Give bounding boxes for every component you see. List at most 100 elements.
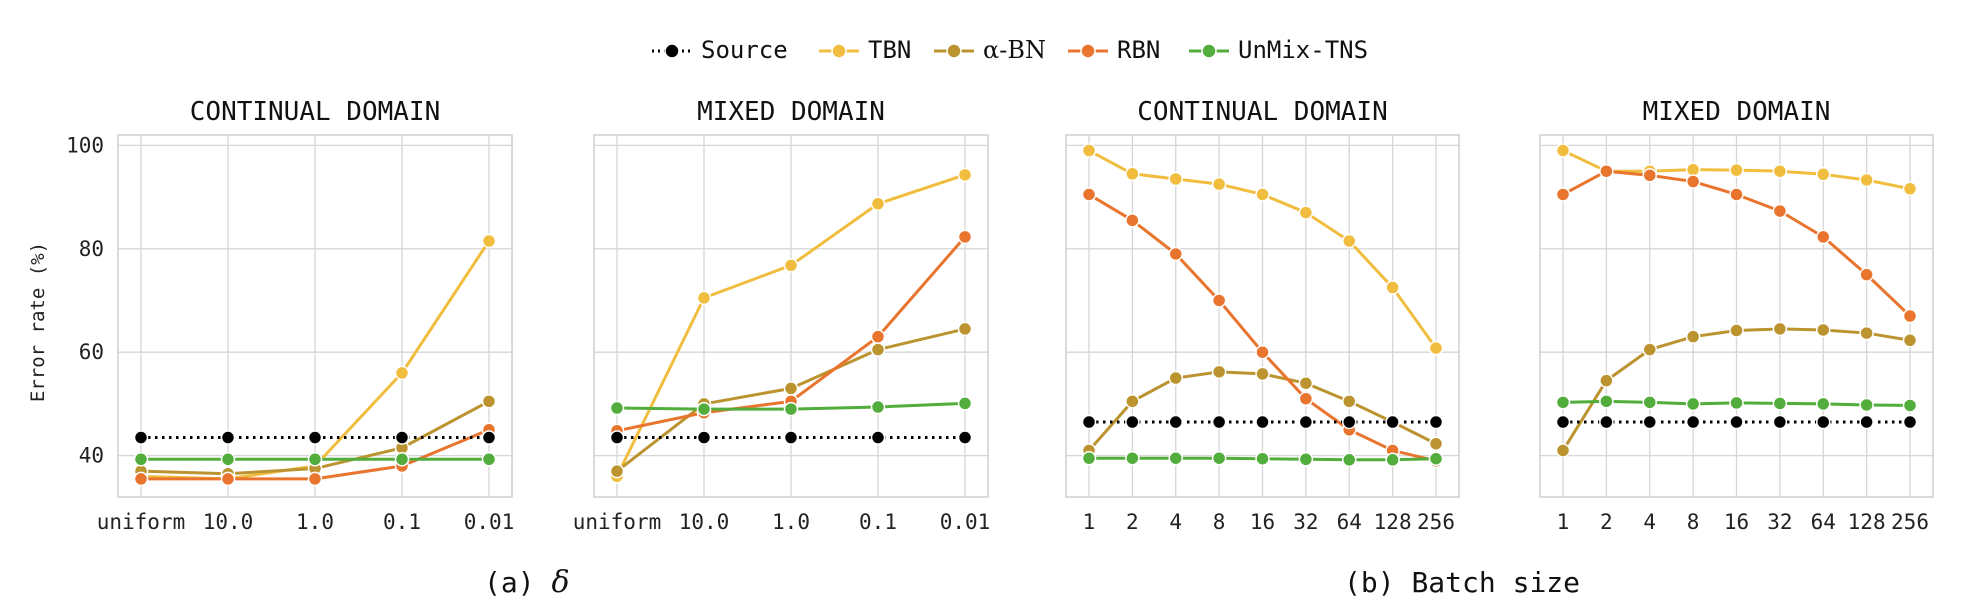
group-caption-1: (a) δ xyxy=(484,565,570,600)
data-point xyxy=(1168,414,1183,430)
data-point xyxy=(1599,394,1614,409)
data-point xyxy=(1555,443,1571,458)
data-point xyxy=(307,430,323,445)
x-tick-label: 0.1 xyxy=(859,510,897,534)
data-point xyxy=(1298,451,1314,467)
data-point xyxy=(1255,366,1270,382)
data-point xyxy=(1168,171,1183,187)
data-point xyxy=(1125,213,1140,228)
chart-panels: CONTINUAL DOMAIN 40 60 80 100 uniform 10.0 1.0 0… xyxy=(66,97,1934,534)
data-point xyxy=(957,167,973,183)
data-point xyxy=(957,430,973,445)
legend-label: RBN xyxy=(1117,36,1160,64)
series-unmix-tns xyxy=(133,451,497,467)
data-point xyxy=(1081,143,1097,158)
data-point xyxy=(1772,163,1788,179)
data-point xyxy=(1255,451,1270,466)
data-point xyxy=(1599,373,1614,388)
y-tick-label: 100 xyxy=(66,133,104,157)
data-point xyxy=(1385,280,1400,295)
data-point xyxy=(1125,394,1140,409)
data-point xyxy=(1642,395,1657,410)
data-point xyxy=(1125,450,1140,466)
data-point xyxy=(1685,396,1701,412)
x-tick-label: 0.01 xyxy=(940,510,991,534)
data-point xyxy=(1772,203,1788,219)
data-point xyxy=(1255,344,1270,360)
legend-label: TBN xyxy=(868,36,911,64)
data-point xyxy=(1772,396,1788,411)
data-point xyxy=(1211,293,1227,308)
legend-label: UnMix-TNS xyxy=(1238,36,1368,64)
data-point xyxy=(870,329,886,344)
legend-label: Source xyxy=(701,36,788,64)
data-point xyxy=(957,321,973,337)
data-point xyxy=(1298,414,1314,430)
data-point xyxy=(1642,342,1657,357)
data-point xyxy=(609,430,625,445)
data-point xyxy=(1555,414,1571,430)
data-point xyxy=(1902,181,1918,197)
panel-title: CONTINUAL DOMAIN xyxy=(1137,97,1387,127)
series-source xyxy=(1555,414,1918,430)
x-tick-label: 256 xyxy=(1891,510,1929,534)
data-point xyxy=(1298,375,1314,391)
legend-item-unmix-tns: UnMix-TNS xyxy=(1189,36,1368,64)
data-point xyxy=(1298,205,1314,220)
data-point xyxy=(609,400,625,416)
y-tick-label: 40 xyxy=(79,444,104,468)
chart-panel-3: CONTINUAL DOMAIN 1 2 4 8 16 32 64 128 256 xyxy=(1065,97,1460,534)
data-point xyxy=(1816,322,1831,338)
data-point xyxy=(1342,233,1357,249)
x-tick-label: 0.1 xyxy=(383,510,421,534)
series-unmix-tns xyxy=(1081,450,1444,468)
data-point xyxy=(957,396,973,411)
data-point xyxy=(481,233,497,249)
data-point xyxy=(1125,414,1140,430)
data-point xyxy=(870,342,886,357)
data-point xyxy=(1859,325,1874,341)
data-point xyxy=(1428,414,1444,430)
data-point xyxy=(1772,414,1788,430)
data-point xyxy=(1729,414,1744,430)
data-point xyxy=(1816,229,1831,245)
legend-item--bn: α-BN xyxy=(934,36,1046,64)
y-tick-label: 80 xyxy=(79,237,104,261)
data-point xyxy=(1599,163,1614,179)
data-point xyxy=(1685,162,1701,177)
chart-panel-1: CONTINUAL DOMAIN 40 60 80 100 uniform 10.0 1.0 0… xyxy=(66,97,514,534)
data-point xyxy=(481,430,497,445)
x-tick-label: 256 xyxy=(1417,510,1455,534)
data-point xyxy=(1125,166,1140,182)
data-point xyxy=(1729,395,1744,411)
data-point xyxy=(1081,187,1097,202)
legend-marker xyxy=(664,43,680,59)
data-point xyxy=(133,471,149,487)
group-caption-2: (b) Batch size xyxy=(1344,566,1580,599)
x-tick-label: 8 xyxy=(1687,510,1700,534)
x-tick-label: 128 xyxy=(1374,510,1412,534)
data-point xyxy=(1211,364,1227,380)
x-tick-label: 8 xyxy=(1213,510,1226,534)
x-tick-label: 128 xyxy=(1848,510,1886,534)
data-point xyxy=(783,401,799,417)
data-point xyxy=(1685,329,1701,344)
data-point xyxy=(1211,450,1227,466)
data-point xyxy=(1859,267,1874,282)
data-point xyxy=(133,451,149,467)
data-point xyxy=(1255,414,1270,430)
data-point xyxy=(1816,396,1831,412)
data-point xyxy=(220,451,236,467)
data-point xyxy=(1168,246,1183,262)
legend-item-source: Source xyxy=(652,36,788,64)
x-tick-label: 10.0 xyxy=(679,510,730,534)
data-point xyxy=(133,430,149,445)
data-point xyxy=(783,381,799,396)
x-tick-label: 64 xyxy=(1337,510,1362,534)
chart-panel-4: MIXED DOMAIN 1 2 4 8 16 32 64 128 256 xyxy=(1539,97,1934,534)
figure: Source TBN α-BN RBN UnMix-TNS Error rate (%)… xyxy=(27,36,1934,600)
data-point xyxy=(696,401,712,417)
series-source xyxy=(133,430,497,445)
data-point xyxy=(1902,414,1918,430)
x-tick-label: 4 xyxy=(1643,510,1656,534)
